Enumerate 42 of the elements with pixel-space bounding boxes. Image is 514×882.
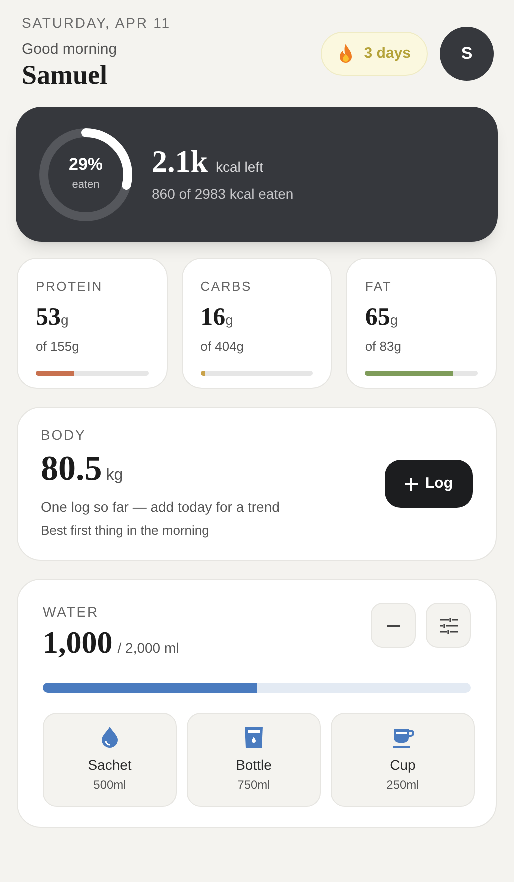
weight-unit: kg	[106, 466, 124, 486]
settings-button[interactable]	[426, 603, 471, 648]
macro-unit: g	[390, 311, 398, 330]
water-goal: / 2,000 ml	[118, 639, 180, 658]
sliders-icon	[440, 618, 458, 634]
drop-icon	[102, 727, 118, 748]
weight-value: 80.5	[41, 449, 102, 490]
water-preset-button[interactable]: Bottle 750ml	[187, 713, 321, 807]
body-label: BODY	[41, 427, 88, 444]
streak-text: 3 days	[364, 44, 411, 64]
glass-icon	[245, 727, 263, 748]
kcal-left-value: 2.1k	[152, 144, 208, 180]
macro-label: FAT	[365, 279, 394, 295]
percent-text: 29%	[68, 155, 104, 176]
macro-target: of 83g	[365, 338, 402, 356]
log-button[interactable]: Log	[384, 460, 473, 508]
water-preset-button[interactable]: Cup 250ml	[331, 713, 475, 807]
macro-label: PROTEIN	[36, 279, 104, 295]
plus-icon	[404, 478, 418, 490]
water-preset-button[interactable]: Sachet 500ml	[43, 713, 177, 807]
macro-target: of 155g	[36, 338, 80, 356]
weight-hint: Best first thing in the morning	[41, 522, 210, 540]
avatar[interactable]: S	[440, 27, 494, 81]
cup-icon	[392, 729, 414, 748]
flame-icon	[338, 44, 354, 64]
macro-target: of 404g	[200, 338, 246, 356]
water-label: WATER	[43, 604, 100, 620]
greeting-text: Good morning	[22, 41, 118, 59]
user-name: Samuel	[22, 59, 109, 91]
macro-value: 16	[200, 303, 226, 333]
macro-label: CARBS	[200, 279, 253, 295]
date-label: SATURDAY, APR 11	[22, 14, 171, 32]
minus-icon	[387, 624, 400, 626]
water-value: 1,000	[43, 625, 113, 661]
macro-value: 53	[36, 303, 61, 333]
percent-label: eaten	[72, 178, 100, 194]
weight-note: One log so far — add today for a trend	[41, 498, 280, 518]
kcal-left-label: kcal left	[216, 158, 264, 177]
macro-unit: g	[61, 311, 69, 330]
kcal-eaten-text: 860 of 2983 kcal eaten	[152, 185, 294, 204]
macro-unit: g	[226, 311, 234, 330]
macro-value: 65	[365, 303, 390, 333]
